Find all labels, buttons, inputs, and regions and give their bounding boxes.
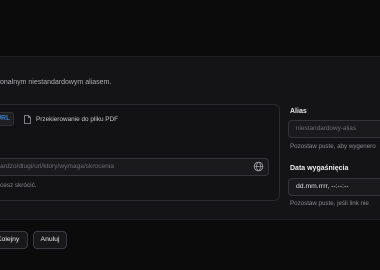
expiration-help-text: Pozostaw puste, jeśli link nie: [290, 200, 369, 207]
alias-label: Alias: [290, 108, 307, 115]
cancel-button[interactable]: Anuluj: [33, 231, 67, 249]
url-input-placeholder: ardzo/dlugi/url/ktory/wymaga/skrocenia: [0, 163, 114, 170]
alias-placeholder: niestandardowy-alias: [296, 125, 357, 132]
alias-help-text: Pozostaw puste, aby wygenero: [290, 143, 376, 150]
tab-pdf-label: Przekierowanie do pliku PDF: [36, 115, 119, 123]
document-icon: [24, 114, 31, 124]
tab-url[interactable]: URL: [0, 112, 14, 126]
url-help-text: cesz skrócić.: [0, 182, 37, 189]
expiration-label: Data wygaśnięcia: [290, 165, 349, 172]
page: onalnym niestandardowym aliasem. URL Prz…: [0, 0, 380, 270]
form-description: onalnym niestandardowym aliasem.: [0, 79, 112, 86]
globe-icon: [253, 161, 264, 172]
expiration-date-value: dd.mm.rrrr, --:--:--: [296, 183, 349, 190]
next-button[interactable]: Kolejny: [0, 231, 28, 249]
tab-pdf-redirect[interactable]: Przekierowanie do pliku PDF: [24, 112, 118, 126]
